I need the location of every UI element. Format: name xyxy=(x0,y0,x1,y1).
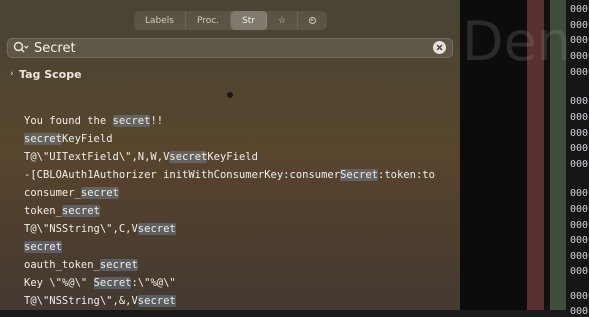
search-match-highlight: secret xyxy=(137,223,176,235)
address-fragment: 000 xyxy=(570,112,589,123)
string-result-row[interactable]: Key \"%@\" Secret:\"%@\" xyxy=(0,274,460,292)
search-match-highlight: secret xyxy=(61,205,100,217)
string-text: KeyField xyxy=(207,151,258,163)
tag-scope-disclosure[interactable]: › Tag Scope xyxy=(10,67,82,81)
string-text: -[CBLOAuth1Authorizer initWithConsumerKe… xyxy=(24,169,341,181)
address-fragment: 000 xyxy=(570,67,589,78)
address-fragment: 000 xyxy=(570,20,589,31)
string-result-row[interactable]: T@\"NSString\",&,Vsecret xyxy=(0,292,460,310)
search-match-highlight: secret xyxy=(24,241,62,253)
green-column xyxy=(550,0,566,310)
string-text: Key \"%@\" xyxy=(24,277,94,289)
string-text: T@\"UITextField\",N,W,V xyxy=(24,151,170,163)
cursor-dot xyxy=(227,92,233,98)
string-text: token_ xyxy=(24,205,62,217)
tag-scope-label: Tag Scope xyxy=(19,67,82,81)
chevron-right-icon: › xyxy=(10,69,14,79)
search-match-highlight: secret xyxy=(169,151,208,163)
strings-panel: Labels Proc. Str ☆ › Tag Scope You found… xyxy=(0,0,460,310)
string-result-row[interactable]: You found the secret!! xyxy=(0,112,460,130)
address-fragment: 000 xyxy=(570,128,589,139)
string-result-row[interactable]: oauth_token_secret xyxy=(0,256,460,274)
search-input[interactable] xyxy=(34,40,424,56)
tab-bookmarks[interactable]: ☆ xyxy=(267,11,299,30)
address-fragment: 000 xyxy=(570,251,589,262)
red-column xyxy=(527,0,544,310)
search-match-highlight: Secret xyxy=(93,277,132,289)
search-match-highlight: secret xyxy=(80,187,119,199)
search-match-highlight: secret xyxy=(24,133,62,145)
tab-procedures[interactable]: Proc. xyxy=(186,11,232,30)
address-fragment: 000 xyxy=(570,4,589,15)
address-fragment: 000 xyxy=(570,143,589,154)
string-text: !! xyxy=(150,115,164,127)
search-match-highlight: secret xyxy=(112,115,151,127)
tab-labels[interactable]: Labels xyxy=(134,11,186,30)
address-fragment: 000 xyxy=(570,291,589,302)
search-match-highlight: Secret xyxy=(340,169,379,181)
string-text: :\"%@\" xyxy=(131,277,176,289)
search-match-highlight: secret xyxy=(137,295,176,307)
address-fragment: 000 xyxy=(570,235,589,246)
tab-tags[interactable] xyxy=(298,11,327,30)
search-icon[interactable] xyxy=(13,41,29,55)
string-text: oauth_token_ xyxy=(24,259,100,271)
segmented-tab-control: Labels Proc. Str ☆ xyxy=(134,11,327,30)
address-fragment: 000 xyxy=(570,159,589,170)
string-text: You found the xyxy=(24,115,113,127)
string-result-row[interactable]: secret xyxy=(0,238,460,256)
circle-dot-icon xyxy=(309,17,317,24)
clear-search-icon[interactable] xyxy=(433,41,446,54)
address-column: 000 000 000 000 000 000 000 000 000 000 000 000 000 0… xyxy=(566,0,589,317)
string-text: T@\"NSString\",&,V xyxy=(24,295,138,307)
tab-strings[interactable]: Str xyxy=(231,11,267,30)
address-fragment: 000 xyxy=(570,96,589,107)
disassembly-gutter xyxy=(460,0,527,310)
address-fragment: 000 xyxy=(570,204,589,215)
string-text: consumer_ xyxy=(24,187,81,199)
address-fragment: 000 xyxy=(570,306,589,317)
string-text: T@\"NSString\",C,V xyxy=(24,223,138,235)
string-text: KeyField xyxy=(61,133,113,145)
string-result-row[interactable]: secretKeyField xyxy=(0,130,460,148)
string-result-row[interactable]: consumer_secret xyxy=(0,184,460,202)
address-fragment: 000 xyxy=(570,51,589,62)
address-fragment: 000 xyxy=(570,220,589,231)
address-fragment: 000 xyxy=(570,35,589,46)
string-results-list: You found the secret!! secretKeyField T@\"… xyxy=(0,112,460,310)
search-match-highlight: secret xyxy=(99,259,138,271)
string-text: :token:to xyxy=(378,169,435,181)
star-icon: ☆ xyxy=(277,15,287,26)
address-fragment: 000 xyxy=(570,266,589,277)
string-result-row[interactable]: T@\"NSString\",C,Vsecret xyxy=(0,220,460,238)
search-field[interactable] xyxy=(7,38,453,58)
address-fragment: 000 xyxy=(570,188,589,199)
string-result-row[interactable]: token_secret xyxy=(0,202,460,220)
string-result-row[interactable]: -[CBLOAuth1Authorizer initWithConsumerKe… xyxy=(0,166,460,184)
string-result-row[interactable]: T@\"UITextField\",N,W,VsecretKeyField xyxy=(0,148,460,166)
